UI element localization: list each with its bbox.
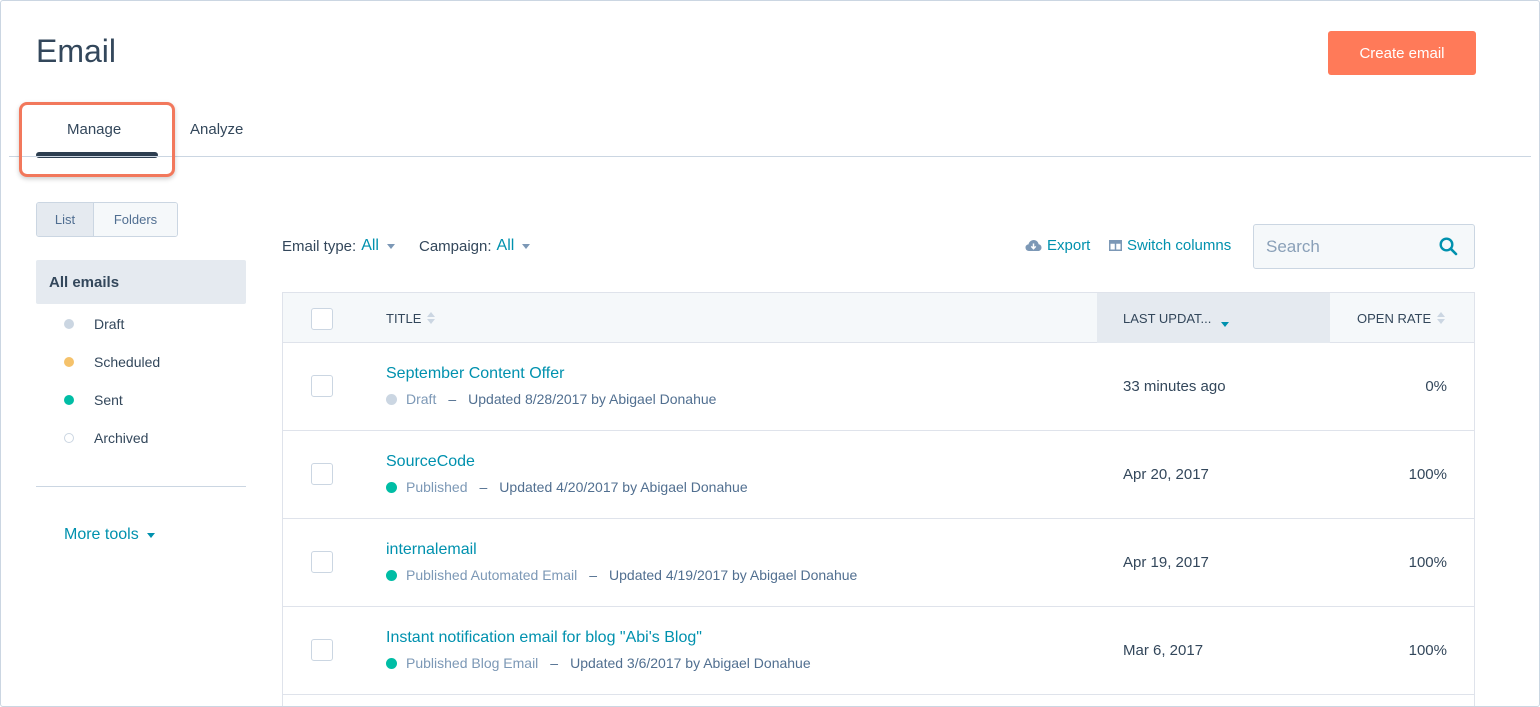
last-updated-cell: Apr 20, 2017	[1123, 466, 1209, 483]
chevron-down-icon	[386, 243, 395, 249]
email-name-link[interactable]: SourceCode	[386, 453, 475, 471]
campaign-value: All	[496, 237, 515, 254]
draft-status-dot-icon	[64, 319, 74, 329]
view-toggle: List Folders	[36, 202, 178, 237]
email-updated: Updated 3/6/2017 by Abigael Donahue	[570, 655, 811, 671]
chevron-down-icon	[522, 243, 531, 249]
email-updated: Updated 4/20/2017 by Abigael Donahue	[499, 479, 748, 495]
scheduled-status-dot-icon	[64, 357, 74, 367]
table-row: Instant notification email for blog "Abi…	[283, 607, 1474, 695]
row-checkbox[interactable]	[311, 551, 333, 573]
export-label: Export	[1047, 237, 1091, 254]
search-box	[1253, 224, 1475, 269]
last-updated-cell: Apr 19, 2017	[1123, 554, 1209, 571]
sidebar-item-label: Scheduled	[94, 354, 161, 370]
column-last-updated-label: LAST UPDAT...	[1123, 310, 1212, 326]
email-type-label: Email type:	[282, 237, 357, 255]
open-rate-cell: 100%	[1408, 466, 1447, 483]
sidebar-divider	[36, 486, 246, 487]
export-button[interactable]: Export	[1025, 237, 1090, 254]
email-status: Published Blog Email	[406, 655, 539, 671]
sidebar-item-scheduled[interactable]: Scheduled	[64, 354, 160, 370]
more-tools-label: More tools	[64, 526, 139, 543]
open-rate-cell: 0%	[1425, 378, 1447, 395]
list-view-button[interactable]: List	[37, 203, 94, 236]
separator: –	[479, 479, 488, 495]
archived-status-dot-icon	[64, 433, 74, 443]
campaign-label: Campaign:	[419, 237, 492, 255]
more-tools-dropdown[interactable]: More tools	[64, 526, 155, 544]
email-updated: Updated 8/28/2017 by Abigael Donahue	[468, 391, 717, 407]
sidebar-item-archived[interactable]: Archived	[64, 430, 148, 446]
status-dot-icon	[386, 569, 397, 581]
email-status: Draft	[406, 391, 437, 407]
annotation-highlight-box	[19, 102, 175, 177]
last-updated-cell: 33 minutes ago	[1123, 378, 1226, 395]
sort-descending-icon	[1221, 315, 1230, 327]
email-type-value: All	[361, 237, 379, 254]
email-name-link[interactable]: internalemail	[386, 541, 477, 559]
sidebar-item-draft[interactable]: Draft	[64, 316, 124, 332]
sort-icon	[1437, 312, 1446, 324]
row-checkbox[interactable]	[311, 375, 333, 397]
sort-icon	[427, 312, 436, 324]
column-header-open-rate[interactable]: OPEN RATE	[1357, 293, 1446, 343]
folders-view-button[interactable]: Folders	[94, 203, 177, 236]
switch-columns-button[interactable]: Switch columns	[1109, 237, 1231, 254]
search-input[interactable]	[1266, 236, 1436, 257]
emails-table: TITLE LAST UPDAT... OPEN RATE September …	[282, 292, 1475, 706]
email-status: Published	[406, 479, 468, 495]
table-row: September Content Offer Draft – Updated …	[283, 343, 1474, 431]
page-title: Email	[36, 33, 117, 69]
select-all-checkbox[interactable]	[311, 308, 333, 330]
separator: –	[550, 655, 559, 671]
separator: –	[448, 391, 457, 407]
status-dot-icon	[386, 481, 397, 493]
sidebar-item-all-emails[interactable]: All emails	[36, 260, 246, 304]
separator: –	[589, 567, 598, 583]
sidebar-item-label: Archived	[94, 430, 149, 446]
cloud-download-icon	[1025, 240, 1042, 251]
email-meta: Draft – Updated 8/28/2017 by Abigael Don…	[386, 391, 716, 407]
row-checkbox[interactable]	[311, 639, 333, 661]
campaign-filter[interactable]: Campaign: All	[419, 237, 531, 255]
sidebar-item-label: Sent	[94, 392, 123, 408]
open-rate-cell: 100%	[1408, 554, 1447, 571]
create-email-button[interactable]: Create email	[1328, 31, 1476, 75]
switch-columns-label: Switch columns	[1127, 237, 1232, 254]
email-type-filter[interactable]: Email type: All	[282, 237, 395, 255]
last-updated-cell: Mar 6, 2017	[1123, 642, 1204, 659]
search-icon[interactable]	[1439, 237, 1458, 256]
email-meta: Published Blog Email – Updated 3/6/2017 …	[386, 655, 811, 671]
tab-analyze[interactable]: Analyze	[190, 121, 243, 138]
status-dot-icon	[386, 657, 397, 669]
email-meta: Published – Updated 4/20/2017 by Abigael…	[386, 479, 748, 495]
open-rate-cell: 100%	[1408, 642, 1447, 659]
email-status: Published Automated Email	[406, 567, 578, 583]
status-dot-icon	[386, 393, 397, 405]
table-row: SourceCode Published – Updated 4/20/2017…	[283, 431, 1474, 519]
email-meta: Published Automated Email – Updated 4/19…	[386, 567, 857, 583]
email-updated: Updated 4/19/2017 by Abigael Donahue	[609, 567, 858, 583]
chevron-down-icon	[146, 532, 155, 538]
tabs-divider	[9, 156, 1531, 157]
sidebar-item-label: Draft	[94, 316, 125, 332]
email-name-link[interactable]: September Content Offer	[386, 365, 564, 383]
email-name-link[interactable]: Instant notification email for blog "Abi…	[386, 629, 702, 647]
column-header-title[interactable]: TITLE	[386, 293, 436, 343]
table-header: TITLE LAST UPDAT... OPEN RATE	[283, 293, 1474, 343]
column-title-label: TITLE	[386, 310, 422, 326]
table-row: internalemail Published Automated Email …	[283, 519, 1474, 607]
app-frame: Email Create email Manage Analyze List F…	[0, 0, 1540, 707]
columns-icon	[1109, 240, 1122, 251]
sent-status-dot-icon	[64, 395, 74, 405]
column-header-last-updated[interactable]: LAST UPDAT...	[1123, 293, 1230, 343]
sidebar-item-sent[interactable]: Sent	[64, 392, 123, 408]
row-checkbox[interactable]	[311, 463, 333, 485]
column-open-rate-label: OPEN RATE	[1357, 310, 1432, 326]
